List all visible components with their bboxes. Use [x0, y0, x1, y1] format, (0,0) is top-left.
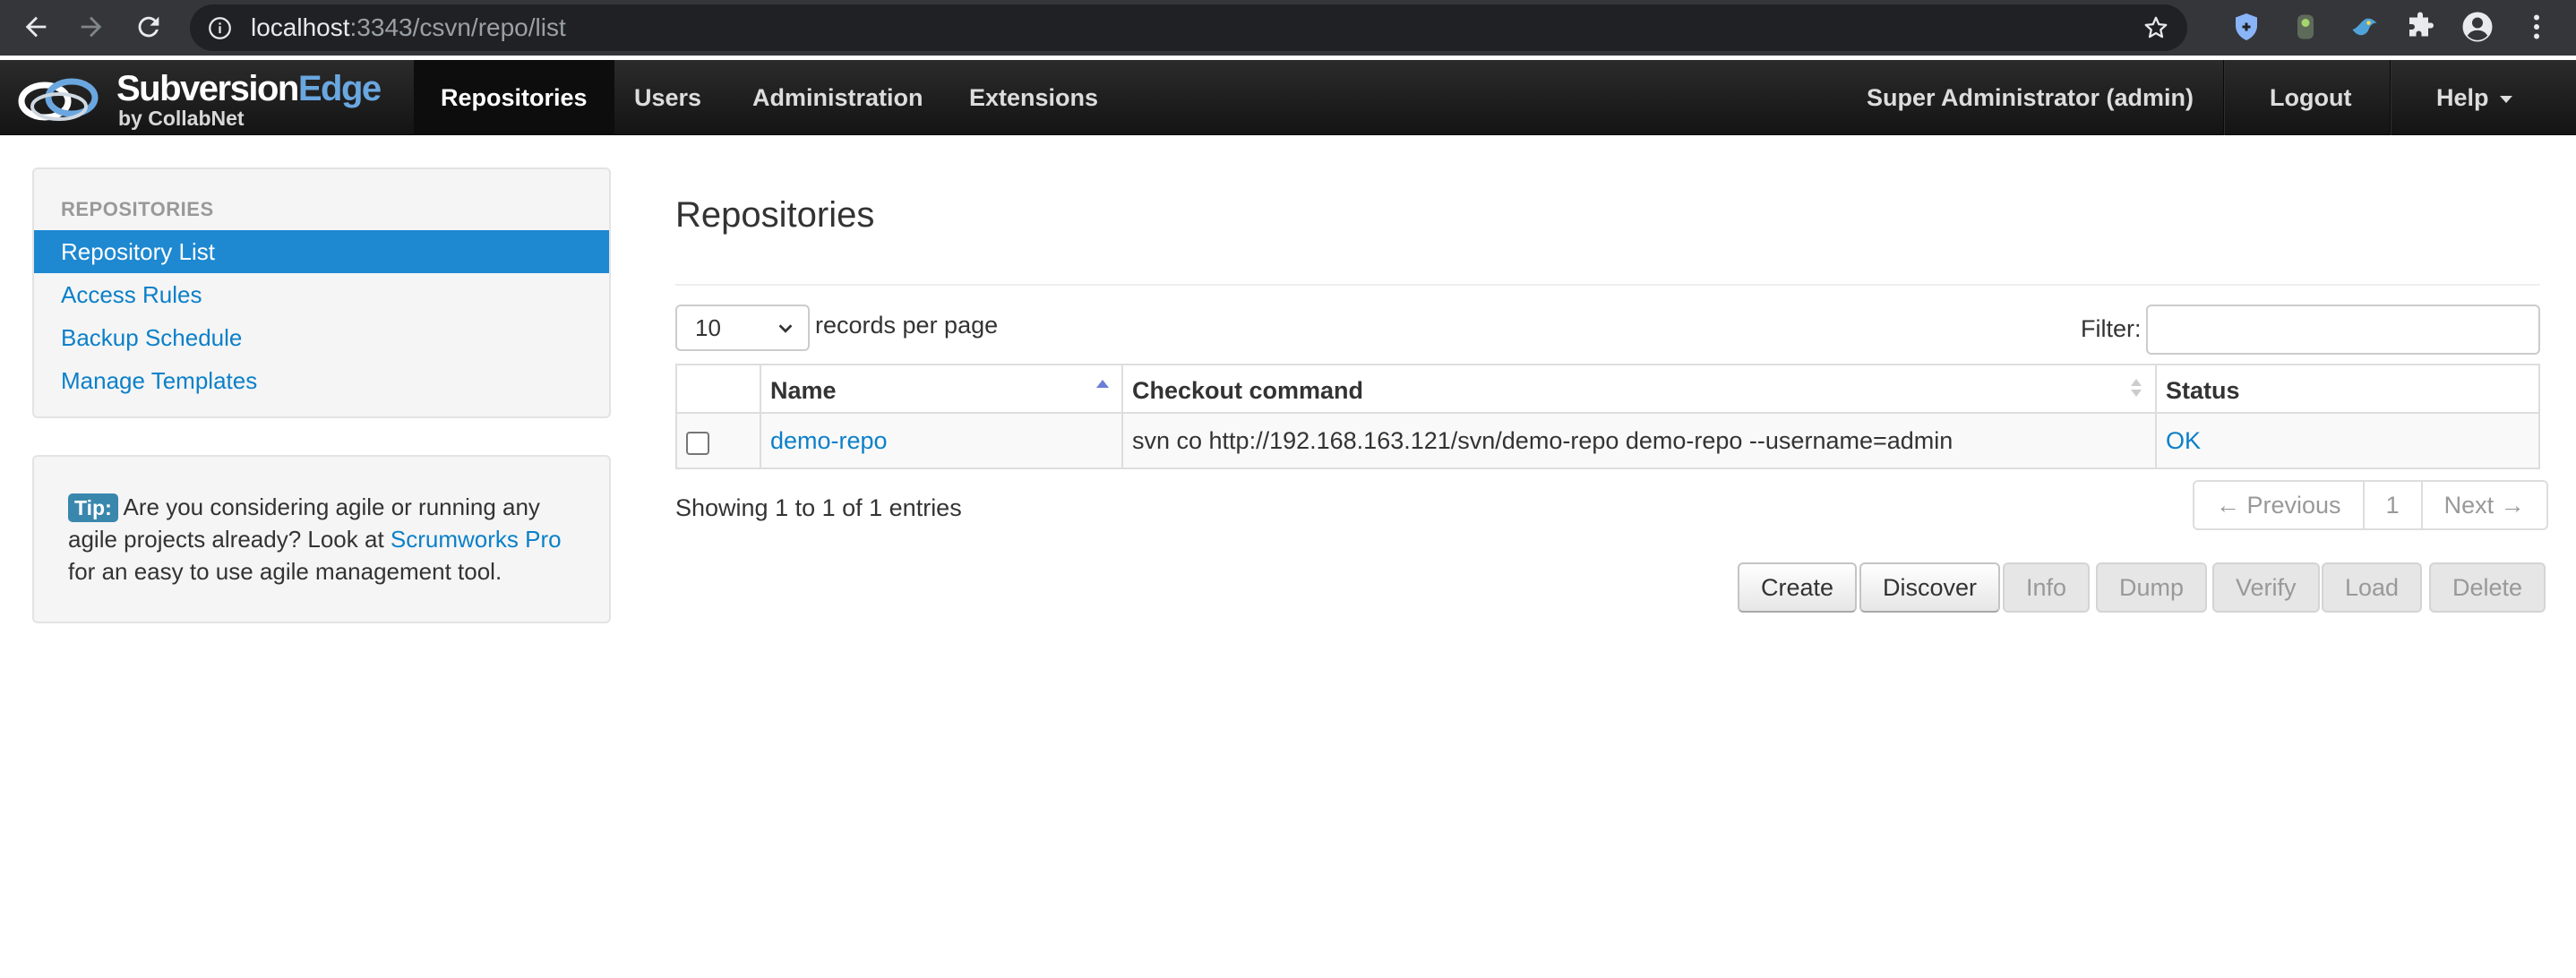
pagination: ← Previous 1 Next → — [2193, 480, 2548, 530]
app-navbar: SubversionEdge by CollabNet Repositories… — [0, 60, 2576, 135]
reload-icon[interactable] — [131, 9, 167, 45]
profile-avatar-icon[interactable] — [2461, 11, 2494, 43]
title-divider — [675, 284, 2540, 286]
scrumworks-link[interactable]: Scrumworks Pro — [391, 526, 562, 553]
extension-shield-icon[interactable] — [2230, 11, 2263, 43]
column-header-checkout-command[interactable]: Checkout command — [1123, 365, 2155, 414]
info-button[interactable]: Info — [2003, 562, 2091, 613]
sort-both-icon — [2131, 379, 2142, 397]
sidebar-nav: REPOSITORIES Repository List Access Rule… — [32, 167, 611, 418]
checkout-command: svn co http://192.168.163.121/svn/demo-r… — [1132, 427, 1953, 454]
nav-users[interactable]: Users — [607, 60, 728, 135]
create-button[interactable]: Create — [1738, 562, 1858, 613]
sidebar-item-backup-schedule[interactable]: Backup Schedule — [34, 316, 609, 359]
nav-divider — [2223, 60, 2225, 135]
nav-divider — [2390, 60, 2391, 135]
load-button[interactable]: Load — [2322, 562, 2423, 613]
extensions-puzzle-icon[interactable] — [2404, 11, 2436, 43]
bookmark-star-icon[interactable] — [2142, 14, 2169, 41]
repo-status-link[interactable]: OK — [2157, 414, 2201, 468]
back-icon[interactable] — [18, 9, 54, 45]
extension-green-icon[interactable] — [2289, 11, 2322, 43]
records-per-page-label: records per page — [815, 312, 999, 339]
page-title: Repositories — [675, 195, 875, 235]
caret-down-icon — [2499, 95, 2512, 103]
filter-label: Filter: — [2081, 315, 2142, 342]
brand-name: SubversionEdge — [116, 69, 382, 108]
browser-toolbar: localhost:3343/csvn/repo/list — [0, 0, 2576, 56]
records-per-page-select[interactable]: 10 — [675, 305, 810, 351]
sort-ascending-icon — [1096, 380, 1109, 388]
tip-box: Tip: Are you considering agile or runnin… — [32, 455, 611, 623]
discover-button[interactable]: Discover — [1859, 562, 2001, 613]
repo-name-link[interactable]: demo-repo — [761, 414, 888, 468]
site-info-icon[interactable] — [208, 16, 232, 40]
tip-text-end: for an easy to use agile management tool… — [68, 558, 502, 585]
url-text: localhost:3343/csvn/repo/list — [251, 13, 566, 41]
nav-extensions[interactable]: Extensions — [942, 60, 1125, 135]
next-page-button[interactable]: Next → — [2422, 482, 2546, 528]
logout-link[interactable]: Logout — [2270, 60, 2351, 135]
dump-button[interactable]: Dump — [2096, 562, 2208, 613]
subversion-edge-logo[interactable]: SubversionEdge by CollabNet — [16, 65, 392, 132]
column-header-name[interactable]: Name — [761, 365, 1121, 414]
sidebar-header: REPOSITORIES — [61, 198, 214, 220]
address-bar[interactable]: localhost:3343/csvn/repo/list — [190, 4, 2187, 51]
nav-repositories[interactable]: Repositories — [414, 60, 614, 135]
repositories-table: Name Checkout command Status demo-repo s… — [675, 364, 2540, 469]
brand-byline: by CollabNet — [118, 107, 245, 130]
tip-badge: Tip: — [68, 493, 118, 522]
previous-page-button[interactable]: ← Previous — [2194, 482, 2365, 528]
entries-info: Showing 1 to 1 of 1 entries — [675, 494, 962, 521]
page-1-button[interactable]: 1 — [2364, 482, 2423, 528]
nav-administration[interactable]: Administration — [726, 60, 950, 135]
column-header-status[interactable]: Status — [2157, 365, 2538, 414]
sidebar-item-access-rules[interactable]: Access Rules — [34, 273, 609, 316]
help-menu[interactable]: Help — [2436, 60, 2512, 135]
browser-menu-icon[interactable] — [2520, 11, 2553, 43]
forward-icon[interactable] — [73, 9, 109, 45]
row-select-checkbox[interactable] — [686, 432, 709, 455]
verify-button[interactable]: Verify — [2212, 562, 2320, 613]
sidebar-item-repository-list[interactable]: Repository List — [34, 230, 609, 273]
current-user[interactable]: Super Administrator (admin) — [1867, 60, 2194, 135]
sidebar-item-manage-templates[interactable]: Manage Templates — [34, 359, 609, 402]
cloud-logo-icon — [18, 78, 99, 121]
records-per-page-value: 10 — [695, 314, 721, 341]
chevron-down-icon — [778, 324, 793, 333]
extension-bird-icon[interactable] — [2348, 11, 2381, 43]
delete-button[interactable]: Delete — [2429, 562, 2546, 613]
filter-input[interactable] — [2146, 305, 2540, 355]
help-label: Help — [2436, 84, 2489, 111]
